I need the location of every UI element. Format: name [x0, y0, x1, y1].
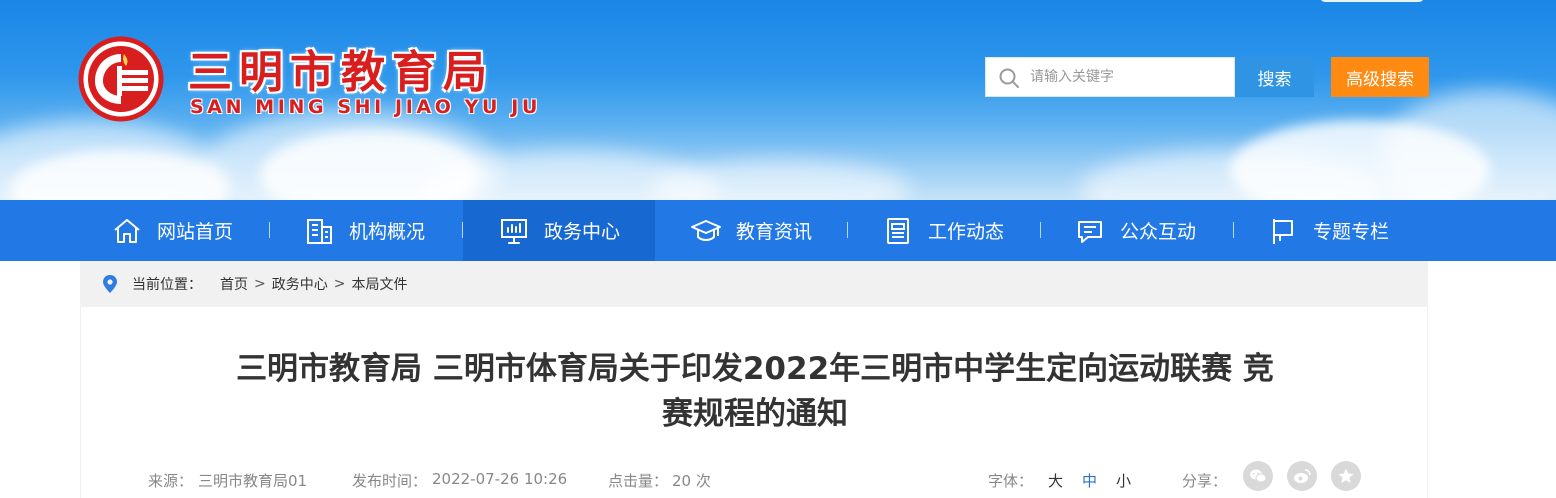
article: 三明市教育局 三明市体育局关于印发2022年三明市中学生定向运动联赛 竞赛规程的… [80, 307, 1428, 498]
font-size-medium[interactable]: 中 [1082, 470, 1097, 491]
advanced-search-button[interactable]: 高级搜索 [1331, 57, 1429, 97]
search-box [985, 57, 1235, 97]
breadcrumb-government-center[interactable]: 政务中心 [272, 274, 328, 294]
breadcrumb-prefix: 当前位置： [132, 277, 202, 293]
article-title: 三明市教育局 三明市体育局关于印发2022年三明市中学生定向运动联赛 竞赛规程的… [236, 351, 1274, 432]
search-icon [999, 68, 1019, 88]
document-list-icon [886, 217, 909, 244]
nav-divider [462, 222, 463, 238]
nav-item-government-center[interactable]: 政务中心 [463, 200, 655, 261]
views-value: 20 次 [672, 472, 711, 490]
favorite-star-icon[interactable] [1331, 461, 1361, 491]
graduation-cap-icon [690, 219, 721, 241]
chat-bubble-icon [1077, 220, 1102, 243]
top-pill [1320, 0, 1424, 2]
weibo-icon[interactable] [1287, 461, 1317, 491]
site-title[interactable]: 三明市教育局 [188, 36, 494, 100]
site-logo-icon[interactable] [78, 36, 164, 122]
nav-item-public-interaction[interactable]: 公众互动 [1039, 200, 1231, 261]
main-nav: 网站首页 机构概况 政务中心 教育资讯 工作动态 公众互动 专题专栏 [0, 200, 1556, 261]
nav-divider [1233, 222, 1234, 238]
building-icon [306, 218, 332, 244]
views-label: 点击量： [608, 472, 669, 490]
publish-time-value: 2022-07-26 10:26 [432, 470, 568, 488]
search-button[interactable]: 搜索 [1235, 57, 1314, 97]
nav-item-label: 机构概况 [348, 221, 425, 243]
location-pin-icon [103, 275, 117, 293]
nav-item-label: 政务中心 [543, 221, 620, 243]
nav-item-home[interactable]: 网站首页 [76, 200, 268, 261]
nav-item-special-topics[interactable]: 专题专栏 [1232, 200, 1424, 261]
font-size-small[interactable]: 小 [1116, 470, 1131, 491]
breadcrumb-separator: > [333, 276, 346, 292]
nav-item-organization[interactable]: 机构概况 [268, 200, 460, 261]
font-size-large[interactable]: 大 [1048, 470, 1063, 491]
nav-item-label: 专题专栏 [1312, 221, 1389, 243]
flag-icon [1272, 218, 1293, 244]
nav-divider [269, 222, 270, 238]
nav-item-education-news[interactable]: 教育资讯 [655, 200, 847, 261]
share-label: 分享： [1182, 472, 1228, 490]
breadcrumb-home[interactable]: 首页 [220, 274, 248, 294]
nav-item-work-updates[interactable]: 工作动态 [847, 200, 1039, 261]
breadcrumb-separator: > [254, 276, 266, 292]
source-label: 来源： [148, 472, 194, 490]
header-banner: 三明市教育局 SAN MING SHI JIAO YU JU 搜索 高级搜索 [0, 0, 1556, 200]
nav-item-label: 公众互动 [1119, 221, 1196, 243]
presentation-board-icon [500, 218, 527, 244]
font-size-label: 字体： [988, 472, 1034, 490]
breadcrumb: 当前位置： 首页 > 政务中心 > 本局文件 [80, 261, 1428, 307]
breadcrumb-bureau-documents[interactable]: 本局文件 [351, 274, 407, 294]
nav-item-label: 教育资讯 [735, 221, 812, 243]
nav-item-label: 网站首页 [156, 221, 233, 243]
site-subtitle: SAN MING SHI JIAO YU JU [190, 96, 541, 118]
nav-divider [1040, 222, 1041, 238]
home-icon [114, 218, 140, 243]
publish-time-label: 发布时间： [352, 472, 428, 490]
nav-item-label: 工作动态 [927, 221, 1004, 243]
search-input[interactable] [1030, 58, 1230, 96]
source-value: 三明市教育局01 [198, 472, 308, 490]
wechat-icon[interactable] [1243, 461, 1273, 491]
nav-divider [847, 222, 848, 238]
